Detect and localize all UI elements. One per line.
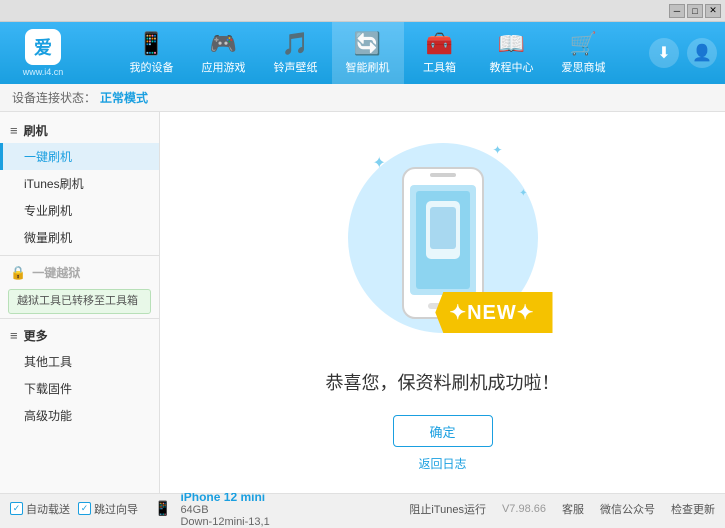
- stop-itunes-button[interactable]: 阻止iTunes运行: [409, 501, 486, 517]
- sidebar-section-flash[interactable]: ≡ 刷机: [0, 118, 159, 143]
- checkbox-auto-send-box[interactable]: ✓: [10, 502, 23, 515]
- checkbox-auto-send[interactable]: ✓ 自动载送: [10, 501, 70, 517]
- ringtone-icon: 🎵: [282, 31, 309, 57]
- nav-label-ringtone: 铃声壁纸: [274, 59, 318, 75]
- status-bar: 设备连接状态： 正常模式: [0, 84, 725, 112]
- flash-icon: 🔄: [354, 31, 381, 57]
- nav-label-tutorials: 教程中心: [490, 59, 534, 75]
- sparkle-1: ✦: [373, 153, 386, 173]
- flash-section-label: 刷机: [24, 122, 48, 139]
- sidebar-section-more[interactable]: ≡ 更多: [0, 323, 159, 348]
- more-section-icon: ≡: [10, 328, 18, 343]
- bottom-left-section: ✓ 自动载送 ✓ 跳过向导 📱 iPhone 12 mini 64GB Down…: [10, 490, 270, 528]
- more-section-label: 更多: [24, 327, 48, 344]
- nav-item-flash[interactable]: 🔄 智能刷机: [332, 22, 404, 84]
- jailbreak-section-label: 一键越狱: [32, 264, 80, 281]
- sparkle-3: ✦: [519, 188, 527, 199]
- nav-right-actions: ⬇ 👤: [649, 38, 717, 68]
- content-area: ✦ ✦ ✦ ✦NEW✦ 恭喜您，保资料刷: [160, 112, 725, 493]
- sidebar-item-other-tools[interactable]: 其他工具: [0, 348, 159, 375]
- nav-label-shop: 爱思商城: [562, 59, 606, 75]
- sidebar-section-jailbreak: 🔒 一键越狱: [0, 260, 159, 285]
- confirm-button[interactable]: 确定: [393, 415, 493, 447]
- device-storage: 64GB: [180, 504, 269, 516]
- nav-item-toolbox[interactable]: 🧰 工具箱: [404, 22, 476, 84]
- title-bar: ─ □ ✕: [0, 0, 725, 22]
- toolbox-icon: 🧰: [426, 31, 453, 57]
- nav-label-my-device: 我的设备: [130, 59, 174, 75]
- success-text: 恭喜您，保资料刷机成功啦！: [326, 369, 560, 395]
- sidebar-item-itunes-flash[interactable]: iTunes刷机: [0, 170, 159, 197]
- status-label: 设备连接状态：: [12, 89, 96, 106]
- checkbox-skip-wizard-box[interactable]: ✓: [78, 502, 91, 515]
- nav-item-ringtone[interactable]: 🎵 铃声壁纸: [260, 22, 332, 84]
- lock-icon: 🔒: [10, 265, 26, 281]
- download-button[interactable]: ⬇: [649, 38, 679, 68]
- app-logo: 爱 www.i4.cn: [8, 29, 78, 77]
- sidebar-divider-1: [0, 255, 159, 256]
- my-device-icon: 📱: [138, 31, 165, 57]
- checkbox-skip-wizard-label: 跳过向导: [94, 501, 138, 517]
- bottom-link-update[interactable]: 检查更新: [671, 501, 715, 517]
- nav-item-tutorials[interactable]: 📖 教程中心: [476, 22, 548, 84]
- nav-label-toolbox: 工具箱: [423, 59, 456, 75]
- minimize-button[interactable]: ─: [669, 4, 685, 18]
- device-icon: 📱: [154, 500, 171, 517]
- bottom-bar: ✓ 自动载送 ✓ 跳过向导 📱 iPhone 12 mini 64GB Down…: [0, 493, 725, 523]
- version-text: V7.98.66: [502, 503, 546, 515]
- sidebar-item-one-click-flash[interactable]: 一键刷机: [0, 143, 159, 170]
- nav-items: 📱 我的设备 🎮 应用游戏 🎵 铃声壁纸 🔄 智能刷机 🧰 工具箱 📖 教程中心…: [86, 22, 649, 84]
- nav-item-shop[interactable]: 🛒 爱思商城: [548, 22, 620, 84]
- sparkle-2: ✦: [492, 143, 502, 157]
- device-info: 📱 iPhone 12 mini 64GB Down-12mini-13,1: [154, 490, 270, 528]
- sidebar-notice-jailbreak: 越狱工具已转移至工具箱: [8, 289, 151, 314]
- phone-illustration: ✦ ✦ ✦ ✦NEW✦: [343, 133, 543, 353]
- checkbox-auto-send-label: 自动载送: [26, 501, 70, 517]
- sidebar-item-micro-flash[interactable]: 微量刷机: [0, 224, 159, 251]
- flash-section-icon: ≡: [10, 123, 18, 138]
- sidebar-item-download-firmware[interactable]: 下载固件: [0, 375, 159, 402]
- nav-label-flash: 智能刷机: [346, 59, 390, 75]
- device-model: Down-12mini-13,1: [180, 516, 269, 528]
- back-link[interactable]: 返回日志: [418, 455, 466, 472]
- shop-icon: 🛒: [570, 31, 597, 57]
- close-button[interactable]: ✕: [705, 4, 721, 18]
- sidebar-item-advanced[interactable]: 高级功能: [0, 402, 159, 429]
- bottom-link-wechat[interactable]: 微信公众号: [600, 501, 655, 517]
- nav-item-my-device[interactable]: 📱 我的设备: [116, 22, 188, 84]
- tutorials-icon: 📖: [498, 31, 525, 57]
- bottom-right-section: 阻止iTunes运行 V7.98.66 客服 微信公众号 检查更新: [409, 501, 715, 517]
- new-badge: ✦NEW✦: [435, 292, 552, 333]
- apps-icon: 🎮: [210, 31, 237, 57]
- nav-item-apps[interactable]: 🎮 应用游戏: [188, 22, 260, 84]
- sidebar: ≡ 刷机 一键刷机 iTunes刷机 专业刷机 微量刷机 🔒 一键越狱 越狱工具…: [0, 112, 160, 493]
- logo-icon: 爱: [25, 29, 61, 65]
- bottom-link-support[interactable]: 客服: [562, 501, 584, 517]
- nav-label-apps: 应用游戏: [202, 59, 246, 75]
- sidebar-divider-2: [0, 318, 159, 319]
- status-value: 正常模式: [100, 89, 148, 106]
- main-content: ≡ 刷机 一键刷机 iTunes刷机 专业刷机 微量刷机 🔒 一键越狱 越狱工具…: [0, 112, 725, 493]
- maximize-button[interactable]: □: [687, 4, 703, 18]
- device-details: iPhone 12 mini 64GB Down-12mini-13,1: [180, 490, 269, 528]
- window-controls[interactable]: ─ □ ✕: [669, 4, 721, 18]
- logo-subtext: www.i4.cn: [23, 67, 64, 77]
- sidebar-item-pro-flash[interactable]: 专业刷机: [0, 197, 159, 224]
- checkbox-skip-wizard[interactable]: ✓ 跳过向导: [78, 501, 138, 517]
- user-button[interactable]: 👤: [687, 38, 717, 68]
- nav-bar: 爱 www.i4.cn 📱 我的设备 🎮 应用游戏 🎵 铃声壁纸 🔄 智能刷机 …: [0, 22, 725, 84]
